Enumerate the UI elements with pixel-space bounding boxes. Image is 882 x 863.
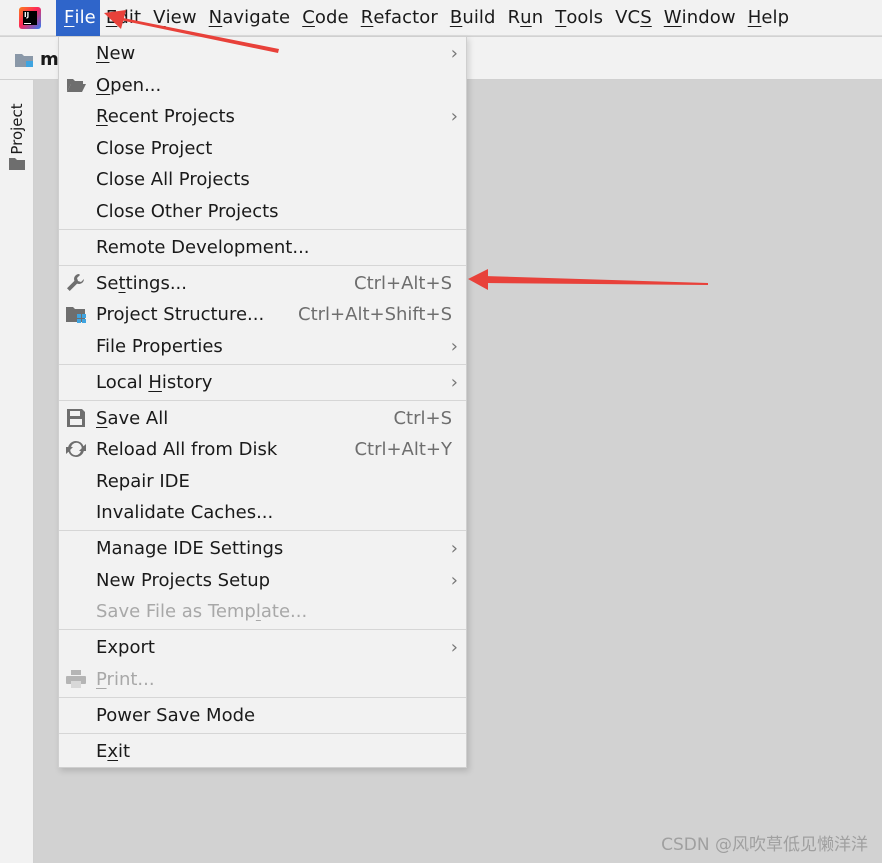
annotation-arrows <box>104 10 708 290</box>
watermark: CSDN @风吹草低见懒洋洋 <box>661 835 868 855</box>
arrow-to-file-menu <box>104 10 279 53</box>
arrow-to-settings <box>468 269 708 290</box>
